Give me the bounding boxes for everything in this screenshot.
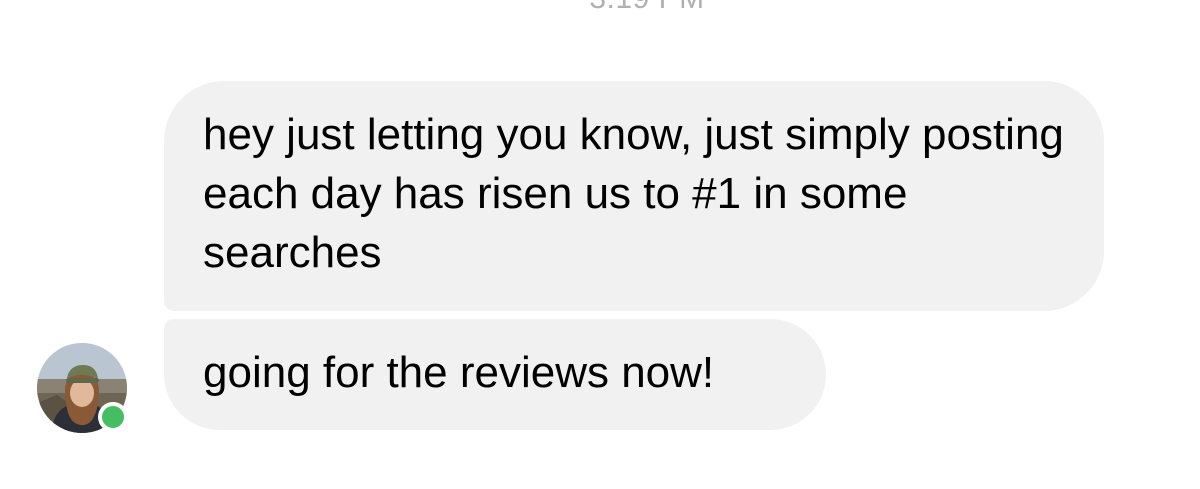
message-bubble[interactable]: hey just letting you know, just simply p… xyxy=(164,81,1104,311)
online-status-indicator xyxy=(98,402,128,432)
message-text: going for the reviews now! xyxy=(203,348,715,397)
message-thread: hey just letting you know, just simply p… xyxy=(0,0,1200,489)
message-text: hey just letting you know, just simply p… xyxy=(203,110,1064,277)
message-bubble[interactable]: going for the reviews now! xyxy=(164,319,826,430)
